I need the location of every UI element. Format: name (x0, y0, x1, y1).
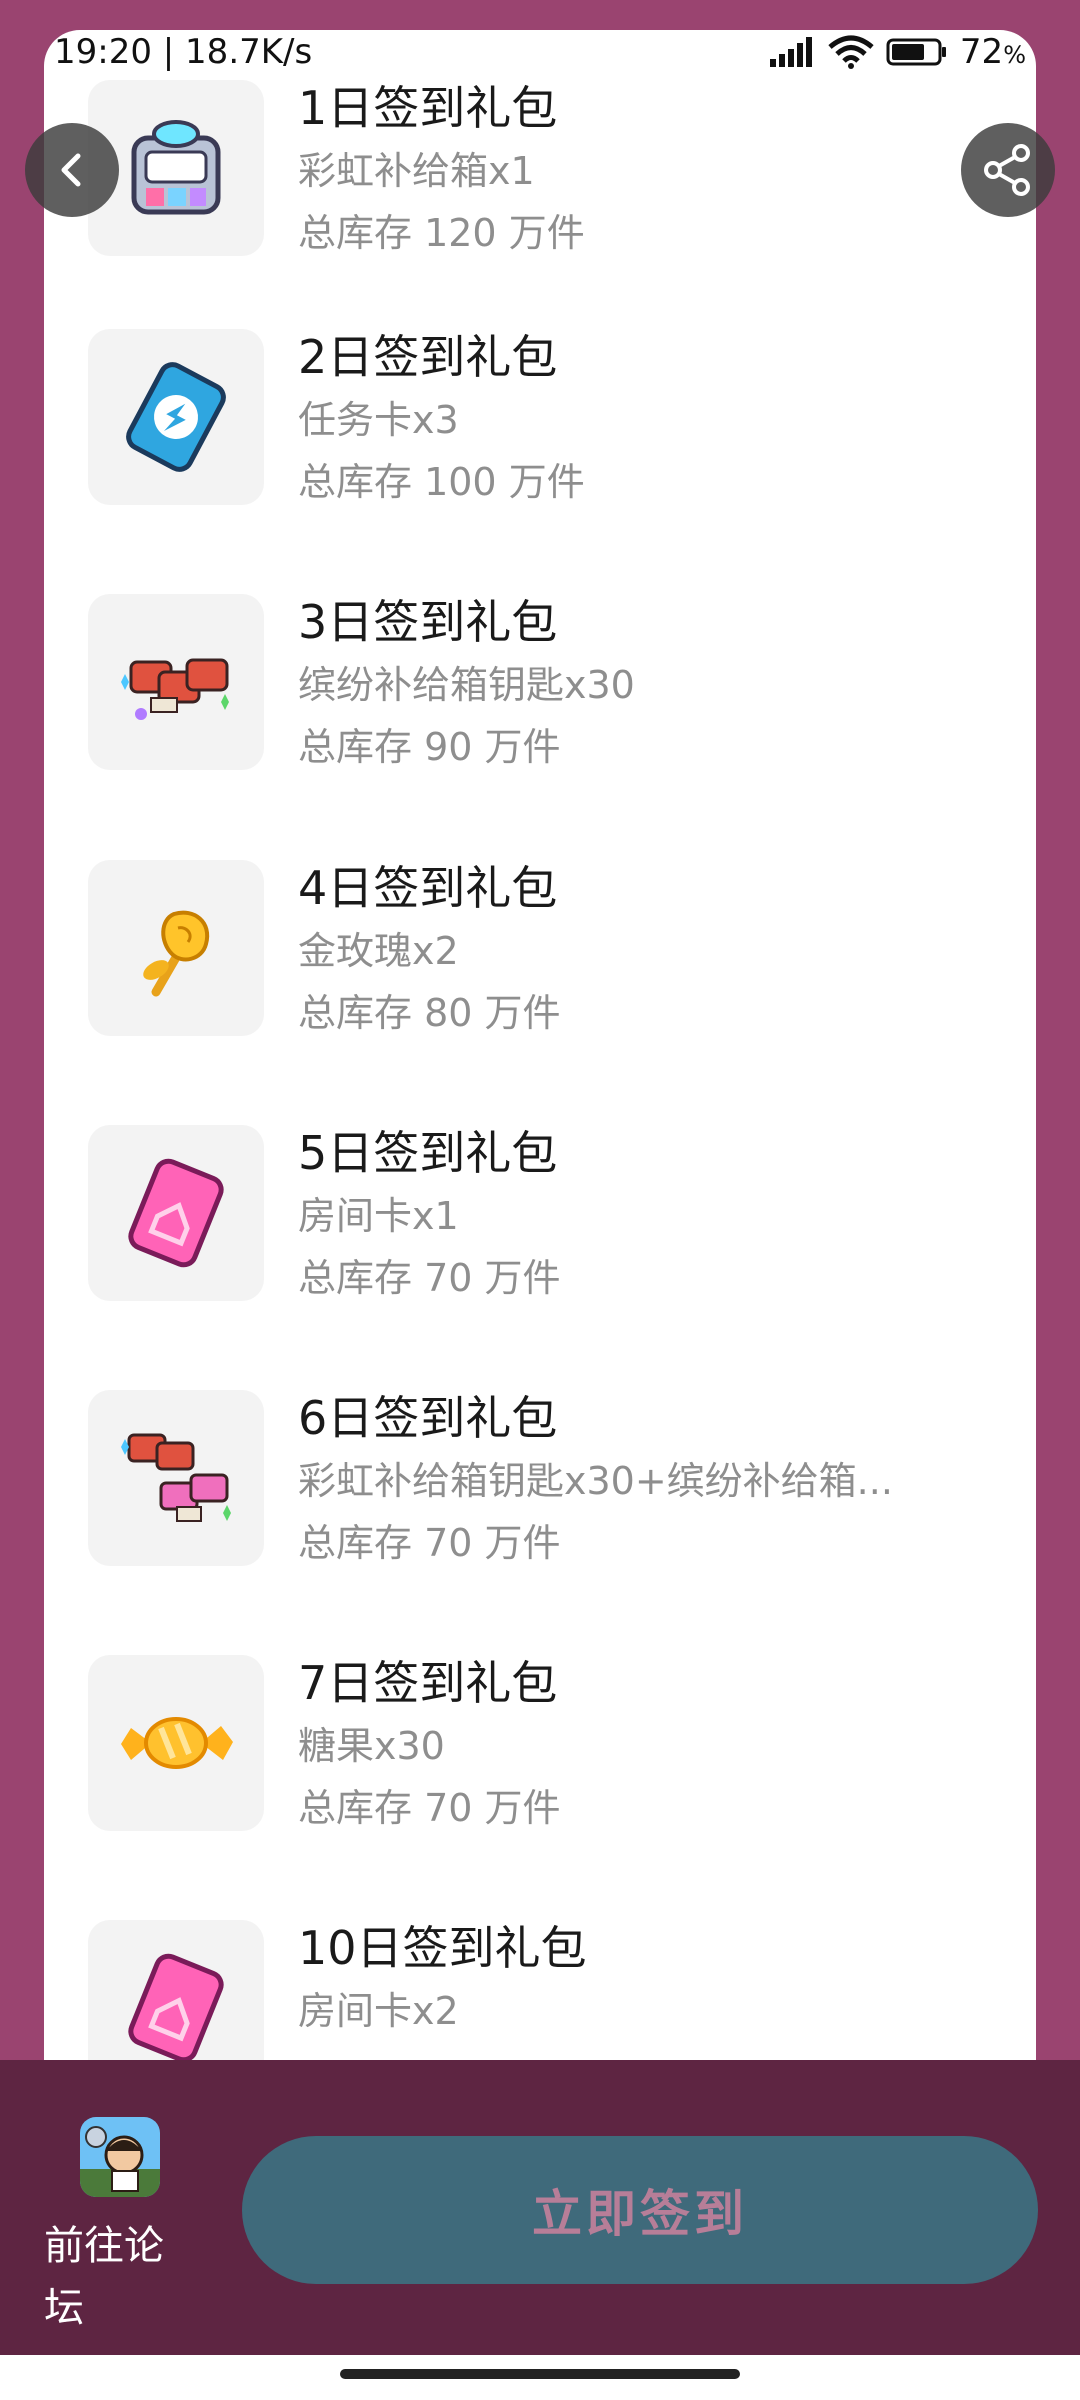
gift-description: 房间卡x2 (298, 1989, 459, 2033)
gift-title: 3日签到礼包 (298, 595, 558, 649)
sign-in-now-button[interactable]: 立即签到 (242, 2136, 1038, 2284)
gift-stock: 总库存 70 万件 (298, 1521, 561, 1565)
gift-item-day7[interactable]: 7日签到礼包 糖果x30 总库存 70 万件 (88, 1655, 988, 1855)
gift-item-day4[interactable]: 4日签到礼包 金玫瑰x2 总库存 80 万件 (88, 860, 988, 1060)
room-card-icon (88, 1125, 264, 1301)
forum-label: 前往论坛 (44, 2223, 164, 2331)
sign-in-label: 立即签到 (532, 2185, 748, 2243)
gift-item-day3[interactable]: 3日签到礼包 缤纷补给箱钥匙x30 总库存 90 万件 (88, 594, 988, 794)
wifi-icon (828, 35, 874, 69)
colorful-supply-key-icon (88, 594, 264, 770)
candy-icon (88, 1655, 264, 1831)
gift-item-day6[interactable]: 6日签到礼包 彩虹补给箱钥匙x30+缤纷补给箱... 总库存 70 万件 (88, 1390, 988, 1590)
room-card-icon (88, 1920, 264, 2060)
gift-item-day10[interactable]: 10日签到礼包 房间卡x2 (88, 1920, 988, 2060)
gift-item-day1[interactable]: 1日签到礼包 彩虹补给箱x1 总库存 120 万件 (88, 80, 988, 280)
share-icon (981, 143, 1035, 197)
gift-title: 10日签到礼包 (298, 1921, 587, 1975)
status-time-speed: 19:20 | 18.7K/s (54, 32, 313, 72)
gift-description: 金玫瑰x2 (298, 929, 459, 973)
battery-icon (886, 37, 948, 67)
gift-stock: 总库存 100 万件 (298, 460, 585, 504)
status-icons: 72% (768, 32, 1026, 72)
system-nav-bar (0, 2355, 1080, 2400)
gift-item-day5[interactable]: 5日签到礼包 房间卡x1 总库存 70 万件 (88, 1125, 988, 1325)
gift-stock: 总库存 70 万件 (298, 1786, 561, 1830)
gift-description: 糖果x30 (298, 1724, 445, 1768)
gift-description: 任务卡x3 (298, 398, 459, 442)
home-indicator[interactable] (340, 2369, 740, 2379)
gift-title: 4日签到礼包 (298, 861, 558, 915)
supply-key-bundle-icon (88, 1390, 264, 1566)
gift-title: 7日签到礼包 (298, 1656, 558, 1710)
gift-stock: 总库存 70 万件 (298, 1256, 561, 1300)
gift-stock: 总库存 120 万件 (298, 211, 585, 255)
gift-list-card: 1日签到礼包 彩虹补给箱x1 总库存 120 万件 2日签到礼包 任务卡x3 总… (44, 30, 1036, 2060)
gift-title: 1日签到礼包 (298, 81, 558, 135)
gift-stock: 总库存 80 万件 (298, 991, 561, 1035)
gift-title: 5日签到礼包 (298, 1126, 558, 1180)
share-button[interactable] (961, 123, 1055, 217)
gift-title: 6日签到礼包 (298, 1391, 558, 1445)
signal-icon (768, 37, 816, 67)
gift-description: 房间卡x1 (298, 1194, 459, 1238)
forum-app-icon (80, 2117, 160, 2197)
battery-level: 72% (959, 32, 1026, 72)
status-bar: 19:20 | 18.7K/s 72% (44, 30, 1036, 74)
task-card-icon (88, 329, 264, 505)
bottom-action-bar: 前往论坛 立即签到 (0, 2060, 1080, 2355)
gift-description: 彩虹补给箱钥匙x30+缤纷补给箱... (298, 1459, 893, 1503)
gift-title: 2日签到礼包 (298, 330, 558, 384)
gift-item-day2[interactable]: 2日签到礼包 任务卡x3 总库存 100 万件 (88, 329, 988, 529)
golden-rose-icon (88, 860, 264, 1036)
go-to-forum-button[interactable]: 前往论坛 (30, 2105, 190, 2331)
chevron-left-icon (52, 150, 92, 190)
gift-description: 缤纷补给箱钥匙x30 (298, 663, 635, 707)
gift-stock: 总库存 90 万件 (298, 725, 561, 769)
back-button[interactable] (25, 123, 119, 217)
gift-description: 彩虹补给箱x1 (298, 149, 535, 193)
